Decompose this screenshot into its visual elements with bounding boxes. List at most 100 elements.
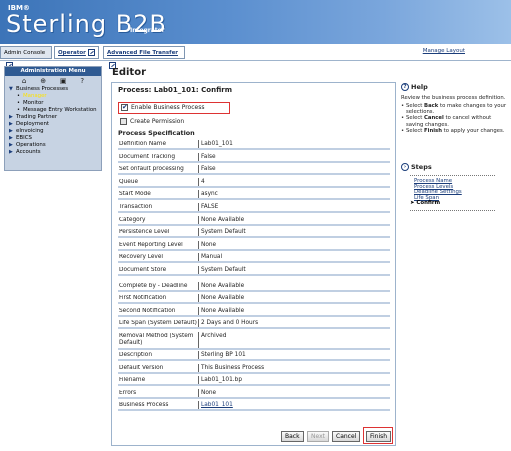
- spec-row-value: None Available: [201, 216, 245, 223]
- tab-bar: Admin Console Operator Advanced File Tra…: [0, 44, 511, 69]
- spec-row-divider: [198, 228, 199, 237]
- popout-icon: [87, 49, 95, 56]
- menu-item-label: Message Entry Workstation: [23, 107, 97, 113]
- create-permission-row[interactable]: Create Permission: [120, 117, 184, 126]
- menu-item-label: eInvoicing: [16, 128, 44, 134]
- administration-menu: Administration Menu ⌂ ⊕ ▣ ? ▼ Business Pr…: [4, 66, 102, 171]
- menu-item-label: Operations: [16, 142, 46, 148]
- tab-operator-label: Operator: [58, 50, 86, 56]
- spec-row: Persistence Level System Default: [118, 227, 390, 239]
- chevron-down-icon: ▼: [9, 86, 13, 92]
- help-icon[interactable]: ?: [80, 77, 84, 85]
- chevron-right-icon: ▶: [9, 142, 13, 148]
- enable-business-process-row[interactable]: Enable Business Process: [118, 102, 230, 114]
- spec-row-label: Life Span (System Default): [119, 320, 197, 327]
- chevron-right-icon: ▶: [9, 149, 13, 155]
- spec-row: Recovery Level Manual: [118, 252, 390, 264]
- menu-item-deployment[interactable]: ▶ Deployment: [5, 121, 101, 128]
- globe-icon[interactable]: ⊕: [40, 77, 46, 85]
- menu-item-label: EBICS: [16, 135, 32, 141]
- menu-item-label: Trading Partner: [16, 114, 58, 120]
- spec-row-divider: [198, 253, 199, 262]
- tab-advanced-file-transfer[interactable]: Advanced File Transfer: [103, 46, 185, 69]
- next-button[interactable]: Next: [307, 431, 329, 442]
- spec-row-value: async: [201, 191, 218, 198]
- menu-item-label: Deployment: [16, 121, 49, 127]
- business-process-link[interactable]: Lab01_101: [201, 402, 233, 408]
- spec-row: Description Sterling BP 101: [118, 350, 390, 361]
- steps-list: Process Name Process Levels Deadline Set…: [410, 175, 495, 211]
- spec-row-label: Set onfault processing: [119, 166, 184, 173]
- menu-item-monitor[interactable]: • Monitor: [5, 100, 101, 107]
- spec-row-label: Category: [119, 216, 146, 223]
- spec-row-value: Manual: [201, 254, 223, 261]
- spec-row: Category None Available: [118, 215, 390, 226]
- enable-business-process-checkbox[interactable]: [121, 102, 128, 112]
- spec-row: Second Notification None Available: [118, 306, 390, 317]
- menu-item-business-processes[interactable]: ▼ Business Processes: [5, 86, 101, 93]
- help-bullet: Select Cancel to cancel without saving c…: [401, 115, 508, 128]
- lock-icon[interactable]: ▣: [60, 77, 67, 85]
- chevron-right-icon: ▶: [9, 114, 13, 120]
- spec-row: Life Span (System Default) 2 Days and 0 H…: [118, 318, 390, 330]
- spec-row-divider: [198, 388, 199, 397]
- process-title: Process: Lab01_101: Confirm: [118, 86, 233, 94]
- spec-row: First Notification None Available: [118, 293, 390, 305]
- spec-row-value: Sterling BP 101: [201, 352, 246, 358]
- spec-row-value: False: [201, 153, 216, 160]
- spec-row-divider: [198, 190, 199, 199]
- product-suffix: Integrator: [130, 27, 165, 34]
- menu-item-einvoicing[interactable]: ▶ eInvoicing: [5, 128, 101, 135]
- spec-row-divider: [198, 240, 199, 249]
- spec-row-divider: [198, 177, 199, 186]
- help-intro: Review the business process definition.: [401, 95, 506, 101]
- home-icon[interactable]: ⌂: [22, 77, 26, 85]
- cancel-button[interactable]: Cancel: [332, 431, 361, 442]
- menu-title: Administration Menu: [5, 67, 101, 76]
- menu-item-ebics[interactable]: ▶ EBICS: [5, 135, 101, 142]
- manage-layout-link[interactable]: Manage Layout: [423, 48, 465, 54]
- spec-row-label: Document Store: [119, 267, 167, 273]
- spec-row-value: System Default: [201, 267, 246, 273]
- header-banner: IBM® Sterling B2B Integrator: [0, 0, 511, 44]
- spec-row-divider: [198, 165, 199, 174]
- menu-toolbar: ⌂ ⊕ ▣ ?: [5, 76, 101, 86]
- help-panel: ? Help Review the business process defini…: [401, 83, 508, 135]
- chevron-right-icon: ▶: [9, 135, 13, 141]
- steps-icon: ›: [401, 163, 409, 171]
- spec-row-label: Filename: [119, 377, 146, 384]
- menu-item-trading-partner[interactable]: ▶ Trading Partner: [5, 114, 101, 121]
- create-permission-label: Create Permission: [130, 118, 185, 125]
- finish-button[interactable]: Finish: [366, 431, 392, 442]
- spec-row-value: FALSE: [201, 204, 219, 210]
- spec-row-divider: [198, 306, 199, 315]
- menu-item-accounts[interactable]: ▶ Accounts: [5, 149, 101, 156]
- help-heading: ? Help: [401, 83, 508, 92]
- spec-row-label: Removal Method (System Default): [119, 333, 194, 346]
- tab-admin-console[interactable]: Admin Console: [0, 46, 52, 69]
- menu-item-operations[interactable]: ▶ Operations: [5, 142, 101, 149]
- menu-item-message-entry-workstation[interactable]: • Message Entry Workstation: [5, 107, 101, 114]
- spec-row-divider: [198, 351, 199, 359]
- spec-row-value: None Available: [201, 307, 245, 314]
- spec-row: Transaction FALSE: [118, 202, 390, 213]
- help-bullet: Select Finish to apply your changes.: [401, 128, 508, 135]
- spec-row-label: Document Tracking: [119, 153, 176, 160]
- spec-row-label: Persistence Level: [119, 229, 170, 236]
- spec-row-label: Transaction: [119, 204, 153, 210]
- steps-title: Steps: [411, 163, 432, 171]
- back-button[interactable]: Back: [281, 431, 304, 442]
- help-title: Help: [411, 83, 428, 91]
- editor-panel: Process: Lab01_101: Confirm Enable Busin…: [111, 82, 396, 446]
- spec-row-label: First Notification: [119, 295, 167, 302]
- tab-operator[interactable]: Operator: [54, 46, 99, 59]
- spec-row-value: 4: [201, 178, 205, 185]
- menu-item-label: Manager: [23, 93, 47, 99]
- info-icon: ?: [401, 83, 409, 91]
- spec-row-value: False: [201, 166, 216, 173]
- menu-item-manager[interactable]: • Manager: [5, 93, 101, 100]
- step-confirm-label: Confirm: [416, 200, 441, 207]
- chevron-right-icon: ▶: [9, 121, 13, 127]
- create-permission-checkbox[interactable]: [120, 118, 127, 125]
- steps-heading: › Steps: [401, 163, 432, 172]
